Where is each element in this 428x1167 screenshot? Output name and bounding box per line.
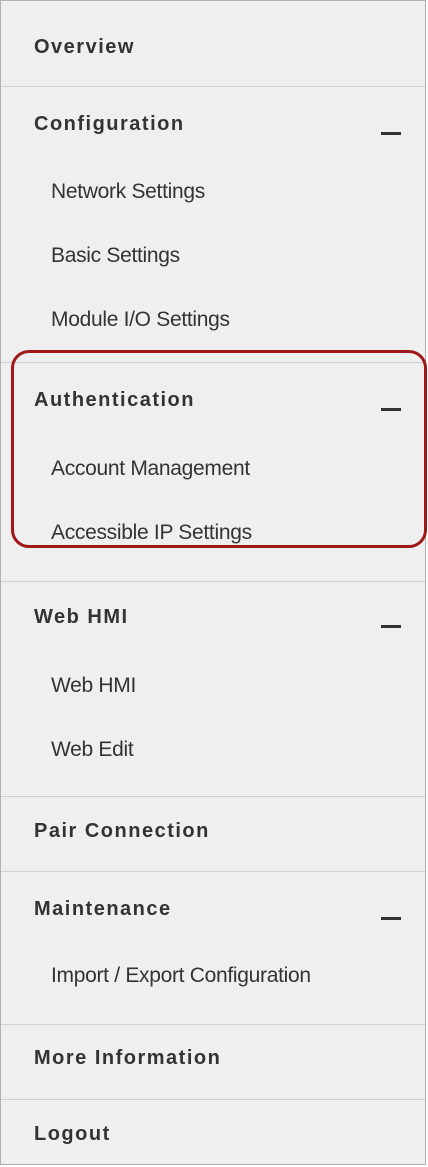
divider: [1, 796, 425, 797]
menu-item-accessible-ip-settings[interactable]: Accessible IP Settings: [51, 521, 252, 545]
menu-authentication-header[interactable]: Authentication: [34, 389, 195, 412]
divider: [1, 1099, 425, 1100]
menu-item-basic-settings[interactable]: Basic Settings: [51, 244, 180, 268]
menu-item-import-export-configuration[interactable]: Import / Export Configuration: [51, 964, 311, 988]
minus-icon[interactable]: [381, 625, 401, 628]
menu-more-information[interactable]: More Information: [34, 1047, 221, 1070]
menu-configuration-header[interactable]: Configuration: [34, 113, 185, 136]
menu-logout[interactable]: Logout: [34, 1123, 111, 1146]
menu-overview[interactable]: Overview: [34, 36, 135, 59]
divider: [1, 86, 425, 87]
minus-icon[interactable]: [381, 408, 401, 411]
menu-item-account-management[interactable]: Account Management: [51, 457, 250, 481]
menu-item-web-edit[interactable]: Web Edit: [51, 738, 134, 762]
divider: [1, 1024, 425, 1025]
menu-pair-connection[interactable]: Pair Connection: [34, 820, 210, 843]
sidebar-menu: Overview Configuration Network Settings …: [0, 0, 426, 1165]
divider: [1, 581, 425, 582]
minus-icon[interactable]: [381, 917, 401, 920]
menu-item-network-settings[interactable]: Network Settings: [51, 180, 205, 204]
menu-web-hmi-header[interactable]: Web HMI: [34, 606, 129, 629]
divider: [1, 871, 425, 872]
menu-item-module-io-settings[interactable]: Module I/O Settings: [51, 308, 230, 332]
menu-item-web-hmi[interactable]: Web HMI: [51, 674, 136, 698]
menu-maintenance-header[interactable]: Maintenance: [34, 898, 172, 921]
divider: [1, 362, 425, 363]
minus-icon[interactable]: [381, 132, 401, 135]
